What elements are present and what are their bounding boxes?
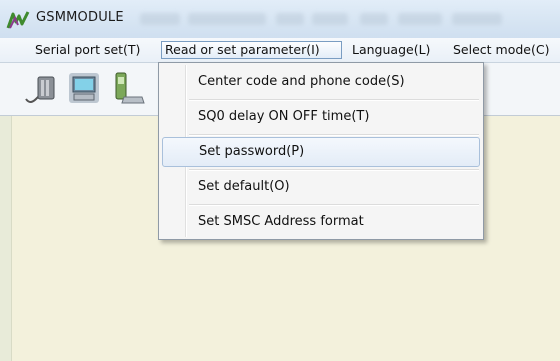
blurred-title-region: [276, 13, 304, 25]
menu-item-set-password[interactable]: Set password(P): [162, 137, 480, 167]
menu-serial-port-set[interactable]: Serial port set(T): [32, 41, 143, 59]
app-window: GSMMODULE Serial port set(T) Read or set…: [0, 0, 560, 361]
menu-bar: Serial port set(T) Read or set parameter…: [0, 38, 560, 63]
window-title: GSMMODULE: [36, 10, 124, 25]
menu-item-set-default[interactable]: Set default(O): [162, 172, 480, 202]
title-bar[interactable]: GSMMODULE: [0, 0, 560, 38]
menu-separator: [189, 204, 479, 206]
menu-item-sq0-delay-on-off-time[interactable]: SQ0 delay ON OFF time(T): [162, 102, 480, 132]
menu-language[interactable]: Language(L): [349, 41, 433, 59]
serial-cable-icon[interactable]: [22, 69, 60, 109]
menu-read-or-set-parameter[interactable]: Read or set parameter(I): [161, 41, 342, 59]
phone-icon[interactable]: [110, 69, 148, 109]
menu-select-mode[interactable]: Select mode(C): [450, 41, 552, 59]
computer-icon[interactable]: [66, 69, 104, 109]
app-logo-icon: [6, 11, 30, 29]
read-or-set-parameter-dropdown: Center code and phone code(S) SQ0 delay …: [158, 62, 484, 240]
menu-separator: [189, 99, 479, 101]
blurred-title-region: [398, 13, 442, 25]
menu-separator: [189, 169, 479, 171]
menu-item-center-code-and-phone-code[interactable]: Center code and phone code(S): [162, 67, 480, 97]
menu-separator: [189, 134, 479, 136]
blurred-title-region: [360, 13, 388, 25]
menu-item-set-smsc-address-format[interactable]: Set SMSC Address format: [162, 207, 480, 237]
blurred-title-region: [188, 13, 266, 25]
blurred-title-region: [452, 13, 502, 25]
blurred-title-region: [140, 13, 180, 25]
blurred-title-region: [312, 13, 348, 25]
left-panel-edge: [0, 116, 12, 361]
